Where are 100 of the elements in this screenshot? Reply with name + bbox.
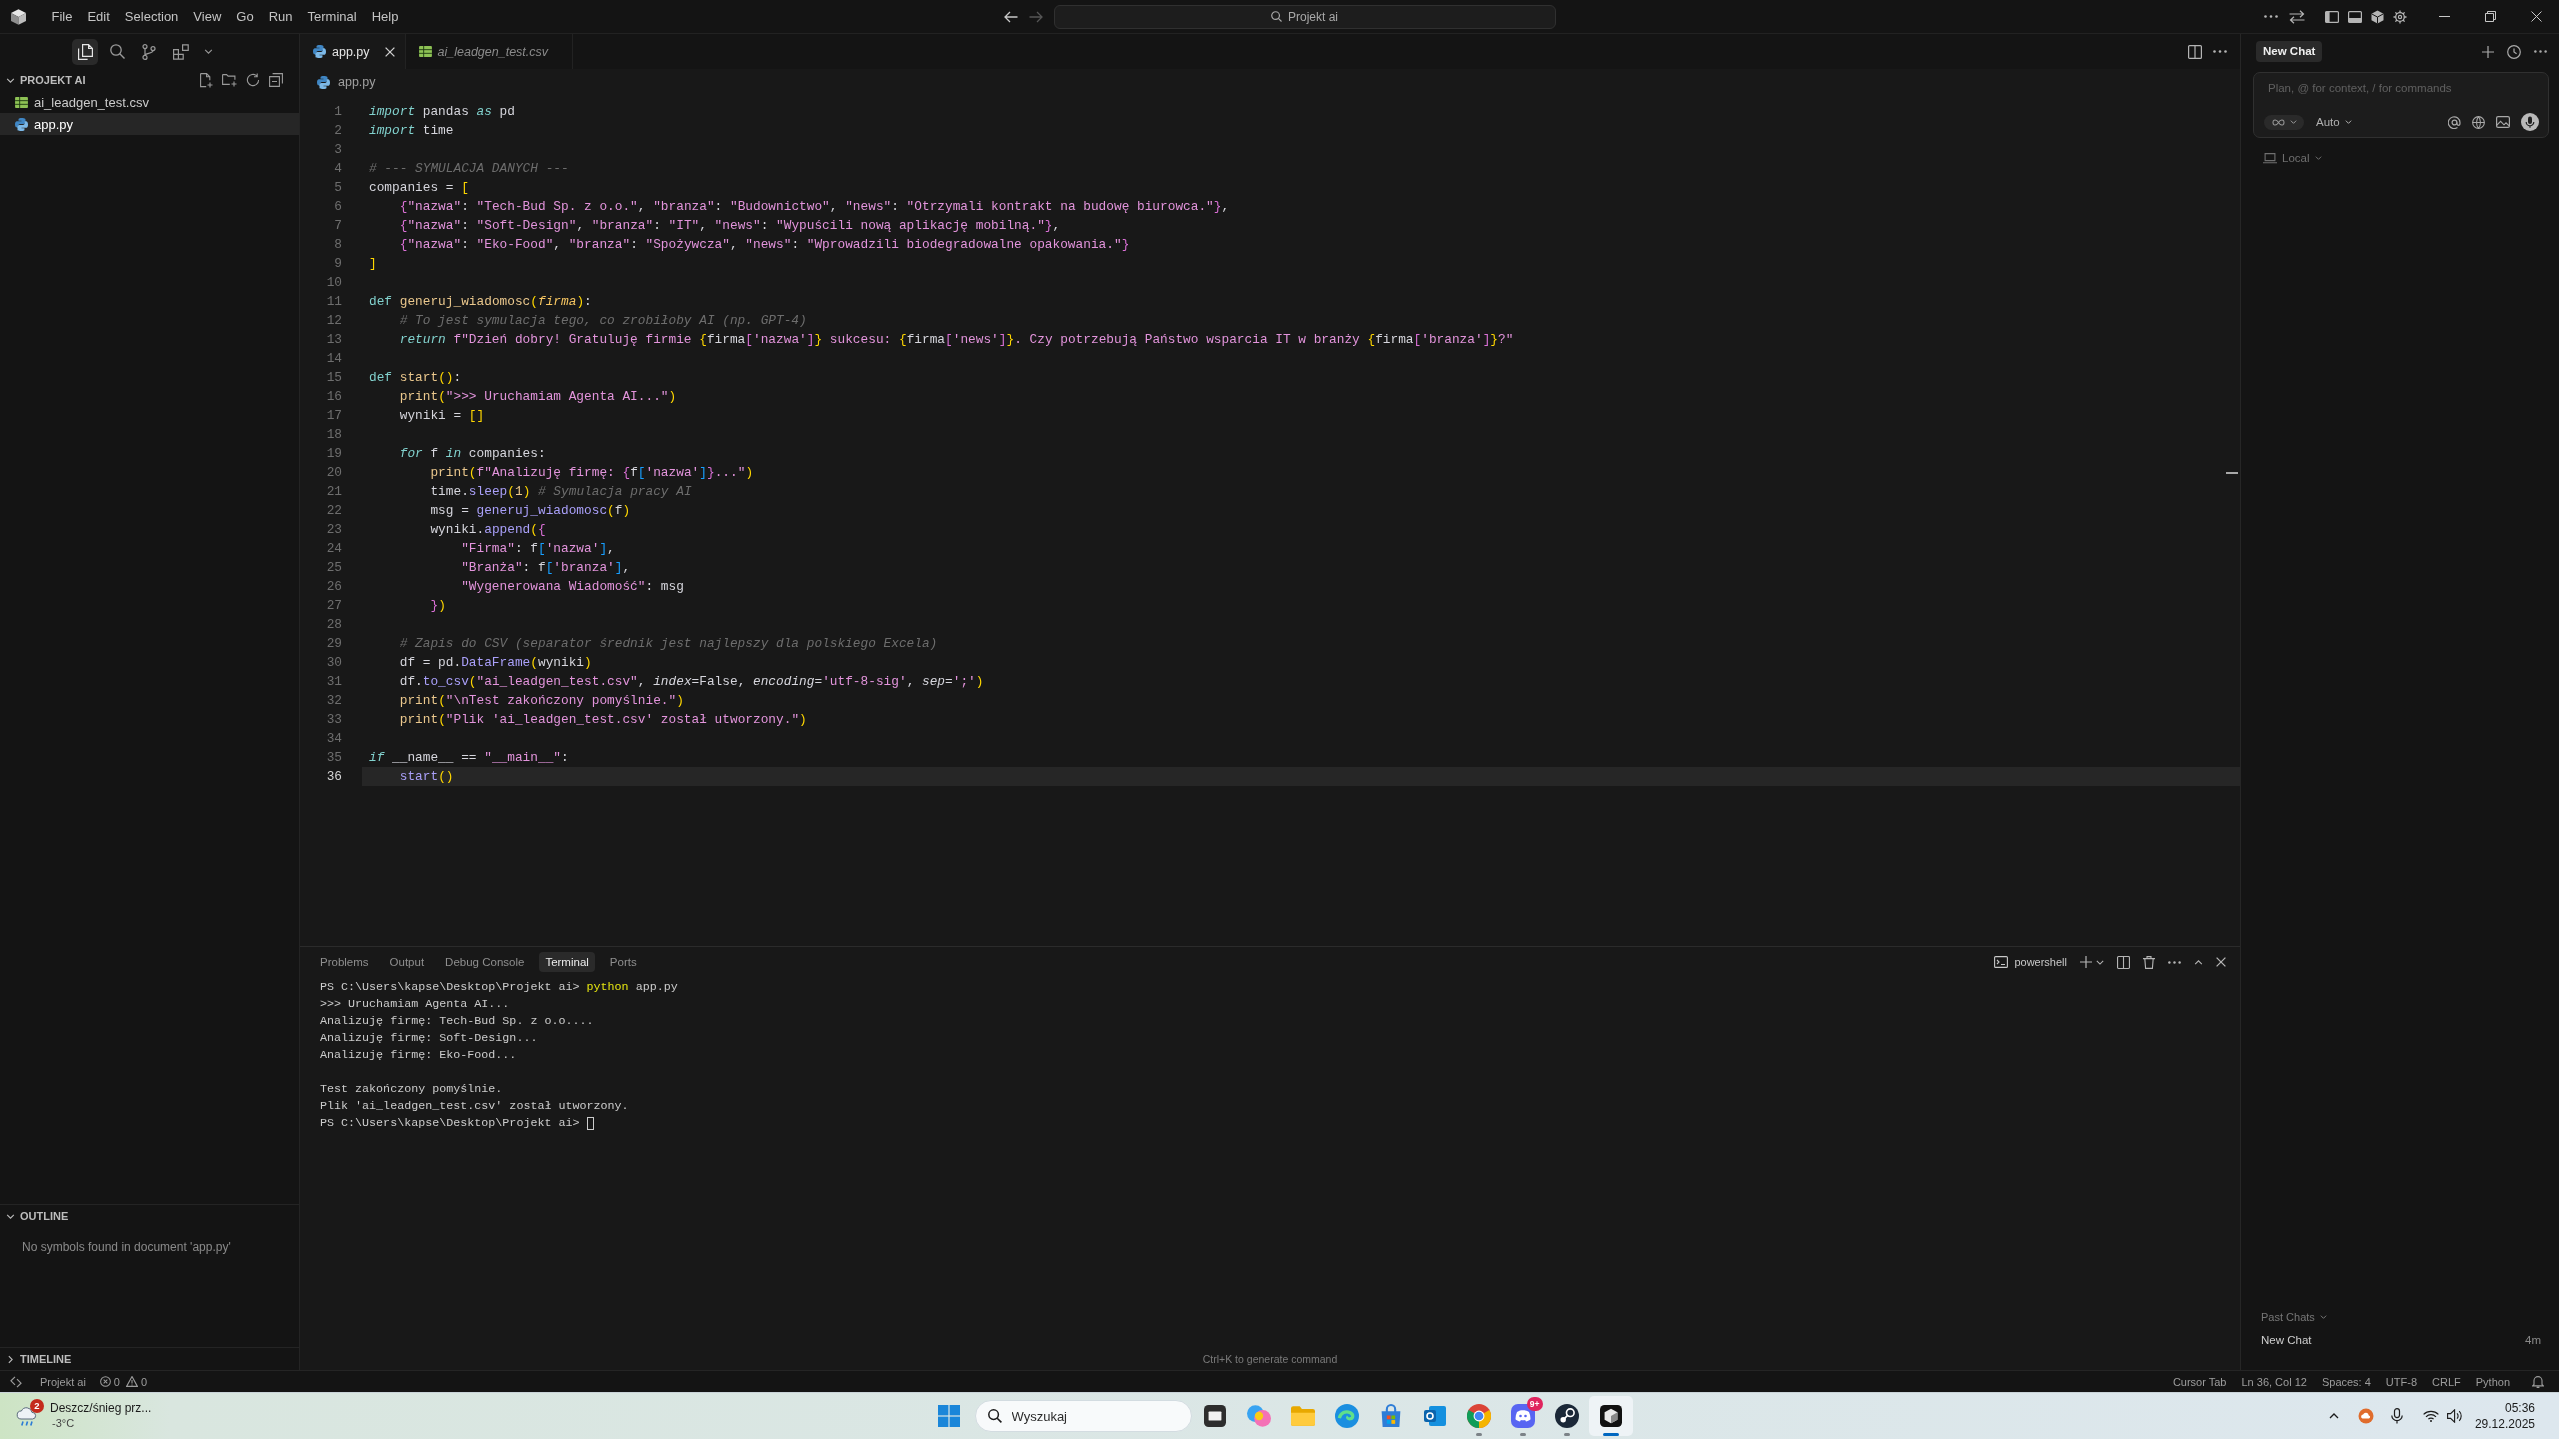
search-icon: [1271, 11, 1282, 22]
status-item[interactable]: Python: [2475, 1375, 2510, 1388]
new-file-icon[interactable]: [199, 72, 213, 88]
globe-icon[interactable]: [2472, 115, 2485, 129]
chevron-down-icon[interactable]: [2096, 959, 2104, 965]
cloud-icon[interactable]: [2357, 1408, 2374, 1424]
terminal-selector[interactable]: powershell: [1994, 956, 2067, 968]
image-icon[interactable]: [2496, 116, 2510, 128]
clock-time[interactable]: 05:36: [2504, 1400, 2535, 1416]
new-folder-icon[interactable]: [222, 73, 237, 87]
past-chats-header[interactable]: Past Chats: [2261, 1305, 2541, 1328]
code-line: for f in companies:: [398, 445, 546, 463]
status-item[interactable]: Ln 36, Col 12: [2241, 1375, 2307, 1388]
more-icon[interactable]: [2168, 960, 2181, 964]
trash-icon[interactable]: [2143, 955, 2155, 969]
search-input[interactable]: Wyszukaj: [1011, 1408, 1162, 1424]
speaker-icon[interactable]: [2446, 1409, 2463, 1423]
timeline-section-header[interactable]: TIMELINE: [0, 1348, 299, 1370]
more-icon[interactable]: [2213, 50, 2227, 53]
menu-item[interactable]: Go: [228, 6, 262, 27]
restore-icon[interactable]: [2484, 11, 2496, 22]
hint-text: Ctrl+K to generate command: [1202, 1353, 1338, 1365]
menu-item[interactable]: Help: [364, 6, 406, 27]
more-icon[interactable]: [2264, 15, 2278, 18]
chevron-up-icon[interactable]: [2328, 1413, 2339, 1419]
forward-arrow-icon[interactable]: [1028, 10, 1043, 23]
agent-mode-button[interactable]: [2264, 114, 2304, 130]
outline-section-header[interactable]: OUTLINE: [0, 1205, 299, 1227]
chevron-up-icon[interactable]: [2194, 959, 2203, 965]
menu-item[interactable]: Edit: [79, 6, 118, 27]
chat-tab[interactable]: New Chat: [2256, 41, 2323, 62]
bell-icon[interactable]: [2532, 1375, 2544, 1388]
explorer-item[interactable]: app.py: [0, 113, 299, 135]
minimize-icon[interactable]: [2438, 16, 2450, 17]
explorer-section-header[interactable]: PROJEKT AI: [0, 69, 299, 91]
more-icon[interactable]: [2534, 50, 2547, 53]
workspace-label[interactable]: Projekt ai: [40, 1375, 86, 1388]
plus-icon[interactable]: [2080, 956, 2092, 968]
panel-tab[interactable]: Problems: [314, 952, 375, 972]
split-terminal-icon[interactable]: [2117, 955, 2130, 969]
command-center[interactable]: Projekt ai: [1053, 4, 1556, 29]
taskbar-search-field[interactable]: Wyszukaj: [974, 1400, 1192, 1432]
angle-brackets-icon[interactable]: [10, 1375, 22, 1388]
activity-button[interactable]: [72, 38, 98, 65]
start-grid-icon[interactable]: [937, 1405, 960, 1427]
overlapping-circles-icon: [1246, 1404, 1271, 1428]
status-item[interactable]: Spaces: 4: [2321, 1375, 2371, 1388]
panel-tab[interactable]: Terminal: [539, 952, 595, 972]
line-number: 23: [325, 521, 342, 539]
running-indicator: [1475, 1433, 1482, 1436]
at-sign-icon[interactable]: [2448, 115, 2461, 129]
chevron-down-icon[interactable]: [204, 49, 213, 54]
line-number: 21: [325, 483, 342, 501]
weather-summary[interactable]: Deszcz/śnieg prz...: [50, 1401, 152, 1416]
clock-date[interactable]: 29.12.2025: [2474, 1416, 2535, 1432]
location-picker[interactable]: Local: [2263, 147, 2322, 169]
status-item[interactable]: Cursor Tab: [2172, 1375, 2227, 1388]
past-chat-title[interactable]: New Chat: [2261, 1333, 2312, 1346]
cube-icon[interactable]: [2371, 9, 2384, 24]
menu-item[interactable]: Terminal: [300, 6, 365, 27]
menu-item[interactable]: Selection: [117, 6, 186, 27]
breadcrumb-item[interactable]: app.py: [338, 75, 376, 89]
chat-input-field[interactable]: Plan, @ for context, / for commands: [2264, 79, 2539, 97]
menu-item[interactable]: View: [185, 6, 229, 27]
microphone-icon[interactable]: [2521, 113, 2539, 131]
line-number: 24: [325, 540, 342, 558]
history-icon[interactable]: [2507, 44, 2521, 59]
explorer-item[interactable]: ai_leadgen_test.csv: [0, 91, 299, 113]
close-icon[interactable]: [2216, 957, 2226, 967]
panel-tab[interactable]: Output: [383, 952, 431, 972]
sidebar-toggle-icon[interactable]: [2325, 10, 2339, 23]
panel-toggle-icon[interactable]: [2348, 10, 2362, 23]
menu-item[interactable]: File: [44, 6, 80, 27]
close-icon[interactable]: [2530, 11, 2542, 22]
taskbar-button[interactable]: [1588, 1396, 1633, 1436]
problems-indicator[interactable]: 0 0: [99, 1375, 151, 1388]
code-line: time.sleep(1) # Symulacja pracy AI: [429, 483, 692, 501]
status-item[interactable]: UTF-8: [2385, 1375, 2417, 1388]
collapse-all-icon[interactable]: [269, 73, 283, 87]
temperature: -3°C: [51, 1416, 75, 1431]
back-arrow-icon[interactable]: [1003, 10, 1018, 23]
split-editor-icon[interactable]: [2188, 44, 2202, 59]
code-line: print("\nTest zakończony pomyślnie."): [398, 692, 684, 710]
status-item[interactable]: CRLF: [2432, 1375, 2461, 1388]
panel-tab[interactable]: Debug Console: [439, 952, 531, 972]
settings-icon[interactable]: [2393, 9, 2407, 24]
rain-cloud-icon[interactable]: [15, 1405, 39, 1427]
chat-composer[interactable]: Plan, @ for context, / for commands Auto: [2253, 72, 2549, 138]
menu-item[interactable]: Run: [261, 6, 300, 27]
swap-arrows-icon[interactable]: [2289, 9, 2305, 24]
running-indicator: [1563, 1433, 1570, 1436]
close-icon[interactable]: [384, 46, 395, 57]
wifi-icon[interactable]: [2422, 1410, 2439, 1422]
taskbar-button[interactable]: 9+: [1500, 1396, 1545, 1436]
plus-icon[interactable]: [2482, 45, 2494, 58]
microphone-icon[interactable]: [2390, 1408, 2403, 1424]
model-picker[interactable]: Auto: [2316, 116, 2352, 128]
refresh-icon[interactable]: [246, 73, 260, 87]
panel-tab[interactable]: Ports: [603, 952, 643, 972]
editor-tab[interactable]: app.py: [300, 34, 406, 69]
